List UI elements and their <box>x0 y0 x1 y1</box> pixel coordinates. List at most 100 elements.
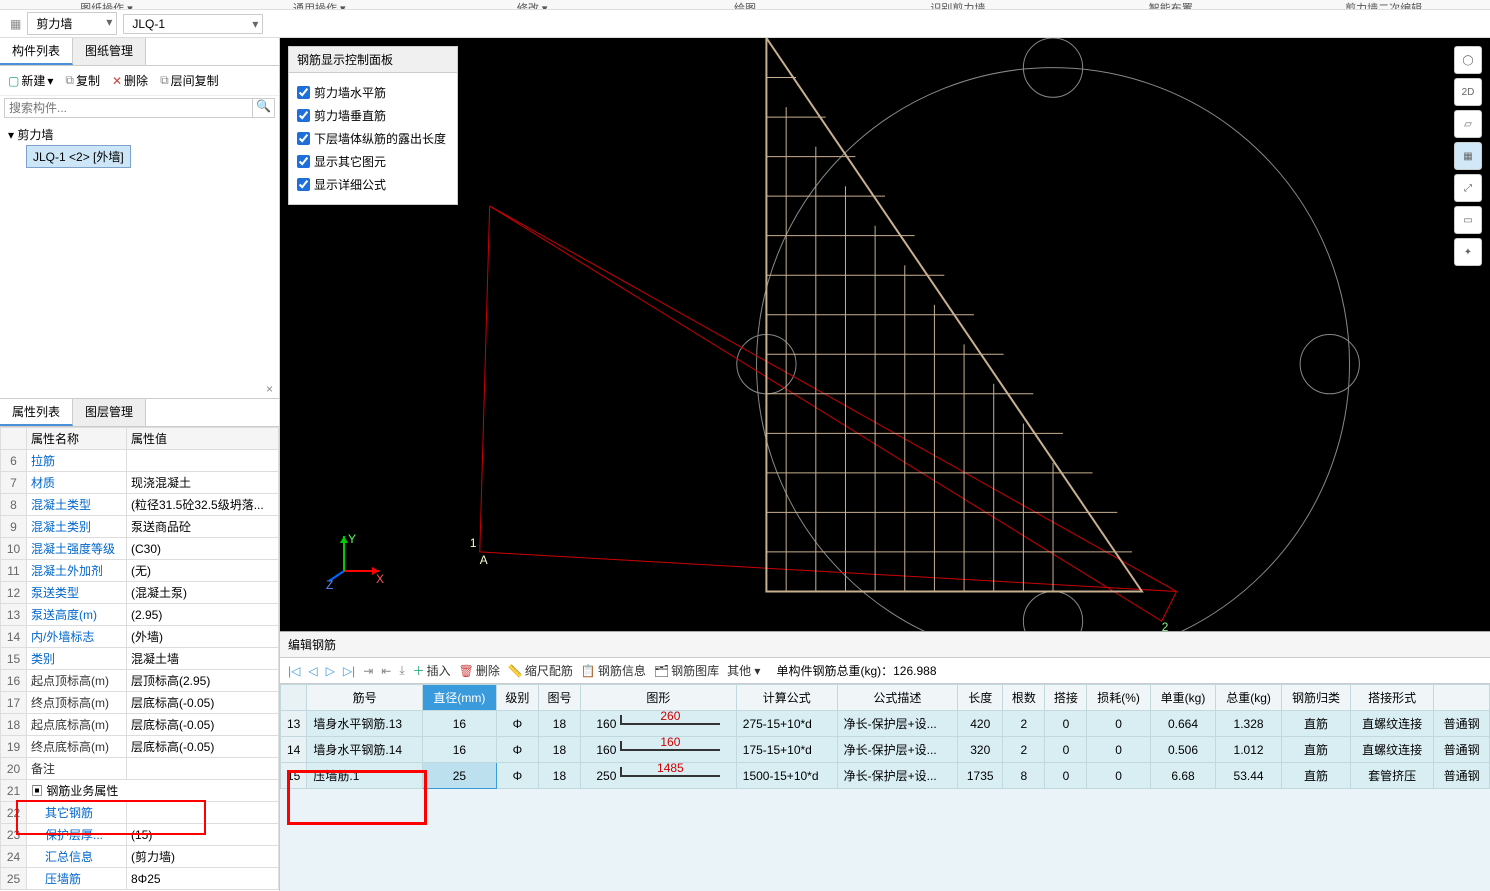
rebar-table[interactable]: 筋号直径(mm)级别图号图形计算公式公式描述长度根数搭接损耗(%)单重(kg)总… <box>280 684 1490 891</box>
rebar-col-header[interactable]: 图形 <box>581 685 737 711</box>
rebar-col-header[interactable] <box>1434 685 1490 711</box>
total-weight-label: 单构件钢筋总重(kg)：126.988 <box>776 662 936 679</box>
new-button[interactable]: ▢新建 ▾ <box>4 70 57 91</box>
ribbon-item[interactable]: 绘图 <box>639 0 852 9</box>
rebar-row[interactable]: 15 压墙筋.1 25 Φ18 2501485 1500-15+10*d 净长-… <box>281 763 1490 789</box>
lib-icon: 🗂 <box>654 664 669 678</box>
prop-row[interactable]: 19终点底标高(m)层底标高(-0.05) <box>1 736 279 758</box>
rebar-col-header[interactable]: 搭接形式 <box>1351 685 1434 711</box>
ribbon-item[interactable]: 智能布置 <box>1064 0 1277 9</box>
rebar-col-header[interactable]: 计算公式 <box>736 685 837 711</box>
rebar-col-header[interactable]: 损耗(%) <box>1087 685 1150 711</box>
search-button[interactable]: 🔍 <box>252 99 274 117</box>
prop-row[interactable]: 13泵送高度(m)(2.95) <box>1 604 279 626</box>
tab-component-list[interactable]: 构件列表 <box>0 38 73 65</box>
rebar-row[interactable]: 13 墙身水平钢筋.13 16 Φ18 160260 275-15+10*d 净… <box>281 711 1490 737</box>
prop-row[interactable]: 17终点顶标高(m)层底标高(-0.05) <box>1 692 279 714</box>
prop-row[interactable]: 11混凝土外加剂(无) <box>1 560 279 582</box>
rebar-col-header[interactable]: 搭接 <box>1045 685 1087 711</box>
3d-viewport[interactable]: 钢筋显示控制面板 剪力墙水平筋剪力墙垂直筋下层墙体纵筋的露出长度显示其它图元显示… <box>280 38 1490 631</box>
context-toolbar: ▦ 剪力墙 JLQ-1 <box>0 10 1490 38</box>
prop-group[interactable]: 21▣ 钢筋业务属性 <box>1 780 279 802</box>
prop-row[interactable]: 25压墙筋8Φ25 <box>1 868 279 890</box>
ribbon-item[interactable]: 通用操作 ▾ <box>213 0 426 9</box>
rebar-col-header[interactable]: 级别 <box>496 685 538 711</box>
rebar-col-header[interactable]: 总重(kg) <box>1216 685 1282 711</box>
nav-prev-icon[interactable]: ◁ <box>308 664 317 678</box>
tree-item-jlq1[interactable]: JLQ-1 <2> [外墙] <box>26 145 131 168</box>
search-icon: 🔍 <box>256 99 271 113</box>
insert-icon: ＋ <box>413 662 425 679</box>
nav-next-icon[interactable]: ▷ <box>326 664 335 678</box>
prop-row[interactable]: 10混凝土强度等级(C30) <box>1 538 279 560</box>
cube-solid-icon[interactable]: ▦ <box>1454 142 1482 170</box>
tool-a-icon[interactable]: ⇥ <box>363 664 373 678</box>
prop-row[interactable]: 20备注 <box>1 758 279 780</box>
nav-first-icon[interactable]: |◁ <box>288 664 300 678</box>
ribbon-item[interactable]: 图纸操作 ▾ <box>0 0 213 9</box>
view-2d-icon[interactable]: 2D <box>1454 78 1482 106</box>
insert-button[interactable]: ＋插入 <box>413 662 451 679</box>
prop-header-name: 属性名称 <box>27 428 127 450</box>
prop-row[interactable]: 18起点底标高(m)层底标高(-0.05) <box>1 714 279 736</box>
delete-rebar-button[interactable]: 🗑删除 <box>459 662 500 679</box>
rebar-col-header[interactable]: 公式描述 <box>837 685 958 711</box>
tree-root[interactable]: ▾ 剪力墙 <box>8 124 271 145</box>
copy-button[interactable]: ⧉复制 <box>61 70 104 91</box>
svg-text:1: 1 <box>470 536 477 550</box>
region-icon[interactable]: ▭ <box>1454 206 1482 234</box>
ribbon-item[interactable]: 剪力墙二次编辑 <box>1277 0 1490 9</box>
rebar-col-header[interactable]: 筋号 <box>307 685 423 711</box>
rebar-col-header[interactable]: 钢筋归类 <box>1281 685 1350 711</box>
tool-c-icon[interactable]: ⤓ <box>399 663 404 678</box>
scale-button[interactable]: 📏缩尺配筋 <box>508 662 573 679</box>
prop-row[interactable]: 12泵送类型(混凝土泵) <box>1 582 279 604</box>
prop-row[interactable]: 16起点顶标高(m)层顶标高(2.95) <box>1 670 279 692</box>
tab-layer-mgmt[interactable]: 图层管理 <box>73 399 146 426</box>
component-tree[interactable]: ▾ 剪力墙 JLQ-1 <2> [外墙] <box>0 120 279 380</box>
rebar-col-header[interactable]: 图号 <box>538 685 580 711</box>
component-type-dropdown[interactable]: 剪力墙 <box>27 12 117 35</box>
svg-text:Z: Z <box>326 578 333 591</box>
orbit-icon[interactable]: ◯ <box>1454 46 1482 74</box>
component-instance-dropdown[interactable]: JLQ-1 <box>123 14 263 34</box>
fit-icon[interactable]: ⤢ <box>1454 174 1482 202</box>
layercopy-icon: ⧉ <box>160 73 169 88</box>
prop-row[interactable]: 8混凝土类型(粒径31.5砼32.5级坍落... <box>1 494 279 516</box>
info-button[interactable]: 📋钢筋信息 <box>581 662 646 679</box>
prop-header-value: 属性值 <box>127 428 279 450</box>
nav-last-icon[interactable]: ▷| <box>343 664 355 678</box>
ribbon-item[interactable]: 修改 ▾ <box>426 0 639 9</box>
delete-button[interactable]: ✕删除 <box>108 70 152 91</box>
search-input[interactable] <box>5 99 252 117</box>
left-panel: 构件列表 图纸管理 ▢新建 ▾ ⧉复制 ✕删除 ⧉层间复制 🔍 ▾ 剪力墙 JL… <box>0 38 280 891</box>
settings-icon[interactable]: ✦ <box>1454 238 1482 266</box>
prop-row[interactable]: 6拉筋 <box>1 450 279 472</box>
scene-svg: 1 A 2 <box>280 38 1490 631</box>
rebar-col-header[interactable]: 长度 <box>958 685 1003 711</box>
layer-copy-button[interactable]: ⧉层间复制 <box>156 70 223 91</box>
tool-b-icon[interactable]: ⇤ <box>381 664 391 678</box>
panel-close[interactable]: × <box>0 380 279 398</box>
ribbon-item[interactable]: 识别剪力墙 <box>851 0 1064 9</box>
prop-row[interactable]: 9混凝土类别泵送商品砼 <box>1 516 279 538</box>
prop-row[interactable]: 24汇总信息(剪力墙) <box>1 846 279 868</box>
prop-row[interactable]: 23保护层厚...(15) <box>1 824 279 846</box>
rebar-col-header[interactable]: 根数 <box>1003 685 1045 711</box>
tab-drawing-mgmt[interactable]: 图纸管理 <box>73 38 146 65</box>
info-icon: 📋 <box>581 664 596 678</box>
ruler-icon: 📏 <box>508 664 523 678</box>
tab-properties[interactable]: 属性列表 <box>0 399 73 426</box>
other-button[interactable]: 其他 ▾ <box>727 662 760 679</box>
cube-wire-icon[interactable]: ▱ <box>1454 110 1482 138</box>
prop-row[interactable]: 15类别混凝土墙 <box>1 648 279 670</box>
prop-row[interactable]: 22其它钢筋 <box>1 802 279 824</box>
prop-row[interactable]: 14内/外墙标志(外墙) <box>1 626 279 648</box>
lib-button[interactable]: 🗂钢筋图库 <box>654 662 719 679</box>
rebar-row[interactable]: 14 墙身水平钢筋.14 16 Φ18 160160 175-15+10*d 净… <box>281 737 1490 763</box>
trash-icon: 🗑 <box>459 664 474 678</box>
prop-row[interactable]: 7材质现浇混凝土 <box>1 472 279 494</box>
rebar-col-header[interactable]: 单重(kg) <box>1150 685 1216 711</box>
rebar-col-header[interactable]: 直径(mm) <box>422 685 496 711</box>
property-grid[interactable]: 属性名称属性值 6拉筋7材质现浇混凝土8混凝土类型(粒径31.5砼32.5级坍落… <box>0 427 279 891</box>
